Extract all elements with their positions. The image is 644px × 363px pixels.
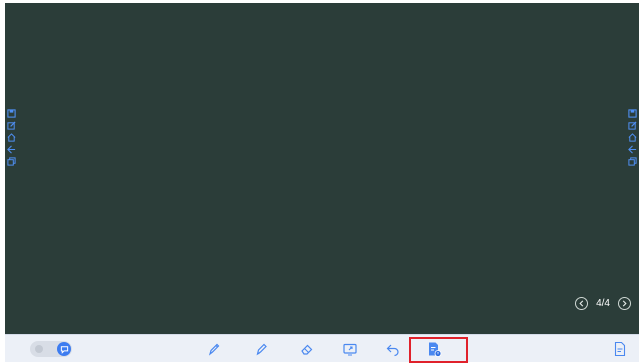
right-side-toolbar: [627, 108, 638, 167]
copy-icon[interactable]: [627, 156, 638, 167]
save-icon[interactable]: [6, 108, 17, 119]
screen-capture-icon[interactable]: [340, 339, 360, 359]
pen-icon[interactable]: [204, 339, 224, 359]
mode-toggle[interactable]: [30, 341, 72, 357]
document-icon[interactable]: [610, 339, 630, 359]
toggle-off-dot: [35, 345, 43, 353]
undo-icon[interactable]: [383, 339, 403, 359]
chevron-left-icon[interactable]: [575, 297, 589, 310]
whiteboard-canvas[interactable]: 4/4: [5, 3, 639, 334]
left-side-toolbar: [6, 108, 17, 167]
highlighter-icon[interactable]: [251, 339, 271, 359]
eraser-icon[interactable]: [297, 339, 317, 359]
edit-icon[interactable]: [627, 120, 638, 131]
copy-icon[interactable]: [6, 156, 17, 167]
back-icon[interactable]: [6, 144, 17, 155]
chat-icon: [57, 342, 71, 356]
page-indicator: 4/4: [596, 298, 610, 309]
save-icon[interactable]: [627, 108, 638, 119]
edit-icon[interactable]: [6, 120, 17, 131]
back-icon[interactable]: [627, 144, 638, 155]
file-info-icon[interactable]: [424, 339, 444, 359]
home-icon[interactable]: [6, 132, 17, 143]
chevron-right-icon[interactable]: [618, 297, 631, 310]
page-navigator: 4/4: [575, 297, 631, 310]
bottom-toolbar: [5, 334, 639, 363]
home-icon[interactable]: [627, 132, 638, 143]
